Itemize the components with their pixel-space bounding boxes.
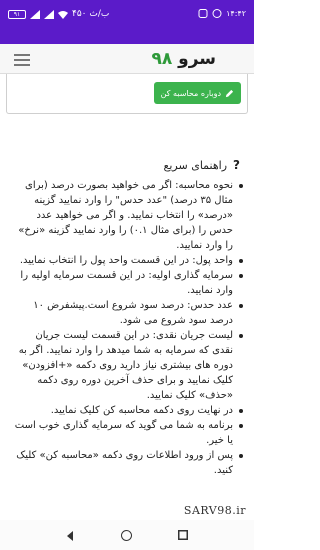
app-notification-icon-2 [212,9,222,18]
title-strip [0,28,254,44]
signal-icon [30,9,40,19]
recalculate-label: دوباره محاسبه کن [160,88,221,98]
back-icon[interactable] [64,530,76,542]
guide-item: نحوه محاسبه: اگر می خواهید بصورت درصد (ب… [14,178,244,253]
app-header: ۹۸ سرو [0,44,254,74]
guide-title-text: راهنمای سریع [163,158,228,172]
app-logo: ۹۸ سرو [151,49,216,69]
help-icon: ? [233,158,240,172]
recents-icon[interactable] [178,530,188,540]
status-time: ۱۴:۴۲ [226,9,246,18]
guide-item: برنامه به شما می گوید که سرمایه گذاری خو… [14,418,244,448]
network-speed: ۴۵۰ ب/ث [72,9,110,19]
home-icon[interactable] [121,530,132,541]
calculator-card: دوباره محاسبه کن [6,74,248,114]
app-notification-icon [198,9,208,18]
status-bar: ۹۱ ۴۵۰ ب/ث ۱۴:۴۲ [0,0,254,28]
battery-indicator: ۹۱ [8,9,26,19]
status-bar-right: ۱۴:۴۲ [198,9,246,18]
guide-title: ? راهنمای سریع [164,158,240,172]
guide-item: پس از ورود اطلاعات روی دکمه «محاسبه کن» … [14,448,244,478]
guide-item: در نهایت روی دکمه محاسبه کن کلیک نمایید. [14,403,244,418]
guide-list: نحوه محاسبه: اگر می خواهید بصورت درصد (ب… [14,178,244,478]
guide-item: لیست جریان نقدی: در این قسمت لیست جریان … [14,328,244,403]
guide-item: واحد پول: در این قسمت واحد پول را انتخاب… [14,253,244,268]
status-bar-left: ۹۱ ۴۵۰ ب/ث [8,9,109,19]
navigation-bar [0,520,254,550]
guide-item: سرمایه گذاری اولیه: در این قسمت سرمایه ا… [14,268,244,298]
menu-icon[interactable] [14,54,30,66]
watermark: SARV98.ir [183,504,246,517]
signal-icon-2 [44,9,54,19]
wifi-icon [58,10,68,19]
pencil-icon [225,89,234,97]
guide-item: عدد حدس: درصد سود شروع است.پیشفرض ۱۰ درص… [14,298,244,328]
recalculate-button[interactable]: دوباره محاسبه کن [153,82,241,104]
